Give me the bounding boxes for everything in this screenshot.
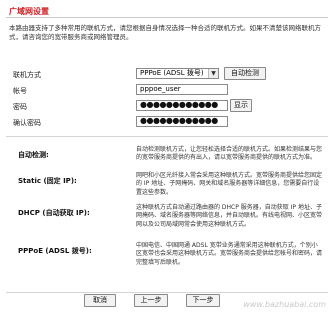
cancel-button[interactable]: 取消: [84, 294, 116, 307]
password-input[interactable]: ●●●●●●●●●●●●: [136, 100, 228, 111]
chevron-down-icon[interactable]: ▼: [208, 69, 218, 78]
connection-type-label: 联机方式: [13, 71, 41, 79]
auto-detect-button[interactable]: 自动检测: [224, 67, 266, 80]
mode-description: 自动检测联机方式，让您轻松选择合适的联机方式。如果检测结果与您的宽带服务商提供的…: [136, 146, 323, 162]
mode-description: 网吧和小区光纤接入常会采用这种联机方式。宽带服务商提供给您固定的 IP 地址、子…: [136, 172, 323, 196]
page-title: 广域网设置: [9, 7, 49, 16]
account-input[interactable]: pppoe_user: [136, 84, 228, 95]
connection-type-select[interactable]: PPPoE (ADSL 拨号) ▼: [136, 68, 219, 79]
connection-type-value: PPPoE (ADSL 拨号): [140, 69, 204, 77]
watermark: www.bazhuabai.com: [243, 300, 326, 309]
mode-description: 这种联机方式自动通过路由器的 DHCP 服务器，自动获取 IP 地址、子网掩码、…: [136, 204, 323, 228]
mode-label: 自动检测:: [18, 151, 49, 159]
divider: [6, 136, 328, 137]
intro-text: 本路由器支持了多种常用的联机方式，请您根据自身情况选择一种合适的联机方式。如果不…: [9, 24, 321, 41]
mode-label: PPPoE (ADSL 拨号):: [18, 247, 92, 255]
section-header: 广域网设置: [6, 5, 328, 18]
mode-label: DHCP (自动获取 IP):: [18, 209, 90, 217]
show-password-button[interactable]: 显示: [230, 99, 252, 112]
next-button[interactable]: 下一步: [186, 294, 220, 307]
confirm-password-input[interactable]: ●●●●●●●●●●●●: [136, 116, 228, 127]
prev-button[interactable]: 上一步: [134, 294, 168, 307]
confirm-password-label: 确认密码: [13, 119, 41, 127]
mode-description: 中国电信、中国网通 ADSL 宽带业务通常采用这种联机方式，个别小区宽带也会采用…: [136, 242, 323, 266]
mode-label: Static (固定 IP):: [18, 177, 77, 185]
password-label: 密码: [13, 103, 27, 111]
account-label: 帐号: [13, 87, 27, 95]
